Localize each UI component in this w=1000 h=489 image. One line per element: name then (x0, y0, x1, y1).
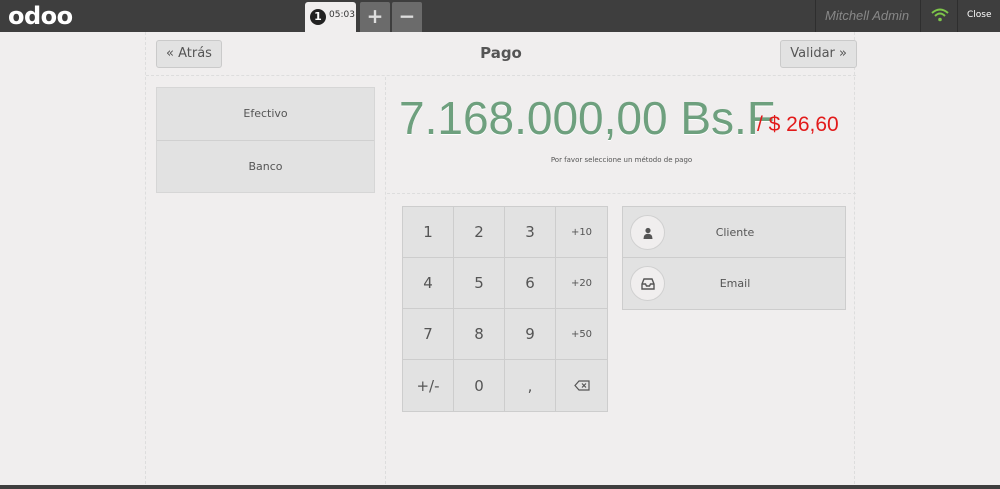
numpad-key-8[interactable]: 8 (454, 309, 505, 360)
numpad-key-plus50[interactable]: +50 (556, 309, 607, 360)
payment-methods-list: Efectivo Banco (156, 87, 375, 193)
topbar-divider (815, 0, 816, 32)
add-order-button[interactable]: + (360, 2, 390, 32)
close-button[interactable]: Close (967, 10, 992, 20)
numpad-key-plus10[interactable]: +10 (556, 207, 607, 258)
validate-button[interactable]: Validar » (780, 40, 857, 68)
topbar-divider (920, 0, 921, 32)
payment-screen: « Atrás Pago Validar » Efectivo Banco 7.… (145, 32, 857, 489)
payment-methods-column: Efectivo Banco (146, 77, 386, 489)
numpad-key-3[interactable]: 3 (505, 207, 556, 258)
wifi-icon (931, 8, 949, 22)
payment-hint: Por favor seleccione un método de pago (550, 156, 693, 164)
payment-method-bank[interactable]: Banco (157, 140, 374, 192)
bottom-strip (0, 485, 1000, 489)
payment-header: « Atrás Pago Validar » (146, 32, 857, 76)
order-number-badge: 1 (310, 9, 326, 25)
numpad-key-sign[interactable]: +/- (403, 360, 454, 411)
numpad: 1 2 3 +10 4 5 6 +20 7 8 9 +50 +/- 0 , (402, 206, 608, 412)
email-button[interactable]: Email (623, 258, 845, 309)
numpad-key-7[interactable]: 7 (403, 309, 454, 360)
converted-amount: / $ 26,60 (757, 113, 839, 136)
remove-order-button[interactable]: − (392, 2, 422, 32)
numpad-key-1[interactable]: 1 (403, 207, 454, 258)
numpad-key-0[interactable]: 0 (454, 360, 505, 411)
customer-panel: Cliente Email (622, 206, 846, 310)
numpad-key-4[interactable]: 4 (403, 258, 454, 309)
payment-method-cash[interactable]: Efectivo (157, 88, 374, 140)
top-bar: odoo 1 05:03 + − Mitchell Admin Close (0, 0, 1000, 32)
total-amount: 7.168.000,00 Bs.F (399, 92, 775, 144)
customer-label: Cliente (715, 226, 755, 239)
order-tab[interactable]: 1 05:03 (305, 2, 356, 32)
customer-button[interactable]: Cliente (623, 207, 845, 258)
numpad-key-2[interactable]: 2 (454, 207, 505, 258)
numpad-key-decimal[interactable]: , (505, 360, 556, 411)
page-title: Pago (480, 44, 522, 62)
odoo-logo: odoo (8, 2, 73, 30)
order-time: 05:03 (329, 10, 355, 20)
backspace-icon (573, 380, 590, 391)
numpad-key-6[interactable]: 6 (505, 258, 556, 309)
numpad-key-9[interactable]: 9 (505, 309, 556, 360)
numpad-key-plus20[interactable]: +20 (556, 258, 607, 309)
user-name: Mitchell Admin (825, 8, 910, 23)
payment-summary: 7.168.000,00 Bs.F / $ 26,60 Por favor se… (387, 77, 856, 194)
topbar-divider (957, 0, 958, 32)
email-label: Email (719, 277, 751, 290)
numpad-key-backspace[interactable] (556, 360, 607, 411)
numpad-key-5[interactable]: 5 (454, 258, 505, 309)
